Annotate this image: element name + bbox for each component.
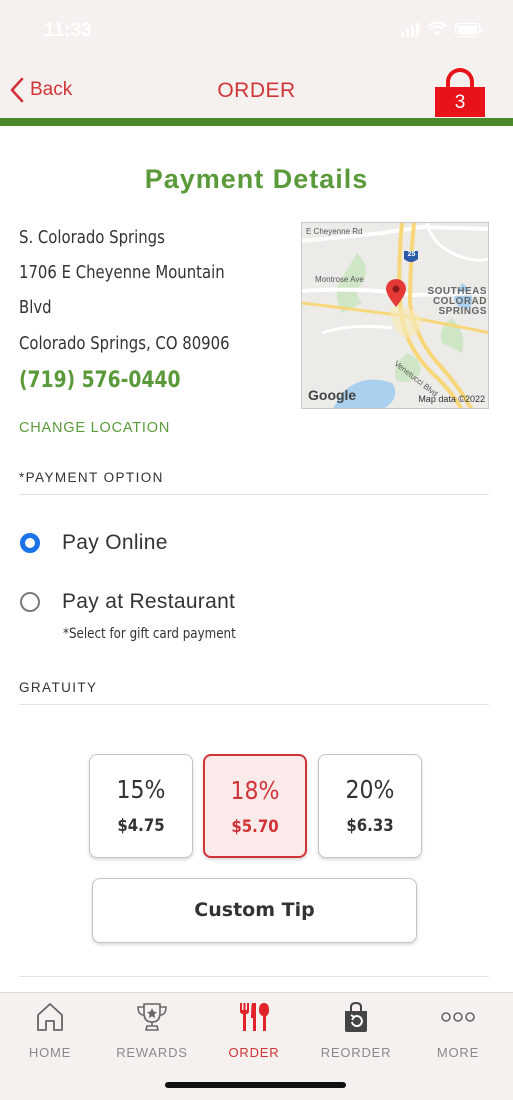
tip-percent: 18% bbox=[230, 776, 280, 805]
map-street-label: E Cheyenne Rd bbox=[306, 227, 363, 236]
map-street-label: Montrose Ave bbox=[315, 275, 364, 284]
page-title: Payment Details bbox=[144, 164, 369, 194]
status-icons bbox=[401, 22, 483, 37]
tab-more[interactable]: MORE bbox=[408, 1001, 508, 1060]
top-nav-bar: Back ORDER 3 bbox=[0, 62, 513, 118]
divider bbox=[19, 976, 489, 977]
location-phone[interactable]: (719) 576-0440 bbox=[19, 368, 180, 393]
tab-label: MORE bbox=[436, 1045, 480, 1060]
header-accent-bar bbox=[0, 118, 513, 126]
more-dots-icon bbox=[441, 1012, 475, 1022]
address-line-2: Blvd bbox=[19, 298, 52, 318]
map-highway-label: 25 bbox=[407, 251, 416, 258]
wifi-icon bbox=[427, 22, 447, 36]
status-bar: 11:33 bbox=[0, 0, 513, 62]
tab-order[interactable]: ORDER bbox=[204, 1001, 304, 1060]
tip-option-20[interactable]: 20% $6.33 bbox=[318, 754, 422, 858]
tab-label: REORDER bbox=[320, 1045, 392, 1060]
payment-details-content: Payment Details S. Colorado Springs 1706… bbox=[0, 126, 513, 992]
radio-button-unselected[interactable] bbox=[20, 592, 40, 612]
gratuity-label: GRATUITY bbox=[19, 680, 98, 695]
custom-tip-button[interactable]: Custom Tip bbox=[92, 878, 417, 943]
tip-amount: $4.75 bbox=[117, 816, 165, 836]
chevron-left-icon bbox=[10, 77, 24, 103]
map-attribution: Map data ©2022 bbox=[418, 394, 485, 404]
reorder-bag-icon bbox=[345, 1001, 367, 1032]
tip-amount: $5.70 bbox=[231, 817, 279, 837]
location-map[interactable]: E Cheyenne Rd Montrose Ave 25 Venetucci … bbox=[301, 222, 489, 409]
pay-online-label: Pay Online bbox=[62, 531, 168, 554]
gift-card-note: *Select for gift card payment bbox=[63, 626, 236, 642]
cart-button[interactable]: 3 bbox=[435, 67, 485, 117]
signal-icon bbox=[401, 22, 419, 37]
tab-reorder[interactable]: REORDER bbox=[306, 1001, 406, 1060]
pay-at-restaurant-option[interactable]: Pay at Restaurant bbox=[20, 590, 235, 614]
divider bbox=[19, 494, 489, 495]
change-location-link[interactable]: CHANGE LOCATION bbox=[19, 420, 170, 436]
tip-percent: 15% bbox=[116, 775, 166, 804]
tip-option-18[interactable]: 18% $5.70 bbox=[203, 754, 307, 858]
back-button[interactable]: Back bbox=[10, 77, 72, 103]
tab-home[interactable]: HOME bbox=[0, 1001, 100, 1060]
address-line-1: 1706 E Cheyenne Mountain bbox=[19, 263, 225, 283]
home-indicator bbox=[165, 1082, 346, 1088]
map-area-label-3: SPRINGS bbox=[438, 306, 487, 317]
home-icon bbox=[37, 1003, 63, 1031]
payment-option-label: *PAYMENT OPTION bbox=[19, 470, 164, 485]
google-logo: Google bbox=[308, 387, 357, 403]
address-city-state-zip: Colorado Springs, CO 80906 bbox=[19, 334, 230, 354]
tab-label: HOME bbox=[28, 1045, 72, 1060]
status-time: 11:33 bbox=[44, 20, 92, 41]
tab-label: ORDER bbox=[228, 1045, 280, 1060]
tip-option-15[interactable]: 15% $4.75 bbox=[89, 754, 193, 858]
tab-rewards[interactable]: REWARDS bbox=[102, 1001, 202, 1060]
pay-online-option[interactable]: Pay Online bbox=[20, 531, 168, 555]
tip-amount: $6.33 bbox=[346, 816, 394, 836]
radio-button-selected[interactable] bbox=[20, 533, 40, 553]
tab-label: REWARDS bbox=[116, 1045, 188, 1060]
trophy-icon bbox=[137, 1003, 167, 1031]
tip-percent: 20% bbox=[345, 775, 395, 804]
battery-icon bbox=[455, 22, 483, 37]
location-name: S. Colorado Springs bbox=[19, 228, 165, 248]
pay-at-restaurant-label: Pay at Restaurant bbox=[62, 590, 236, 613]
divider bbox=[19, 704, 489, 705]
utensils-icon bbox=[240, 1003, 269, 1031]
back-label: Back bbox=[30, 79, 73, 100]
cart-count-badge: 3 bbox=[454, 92, 466, 113]
